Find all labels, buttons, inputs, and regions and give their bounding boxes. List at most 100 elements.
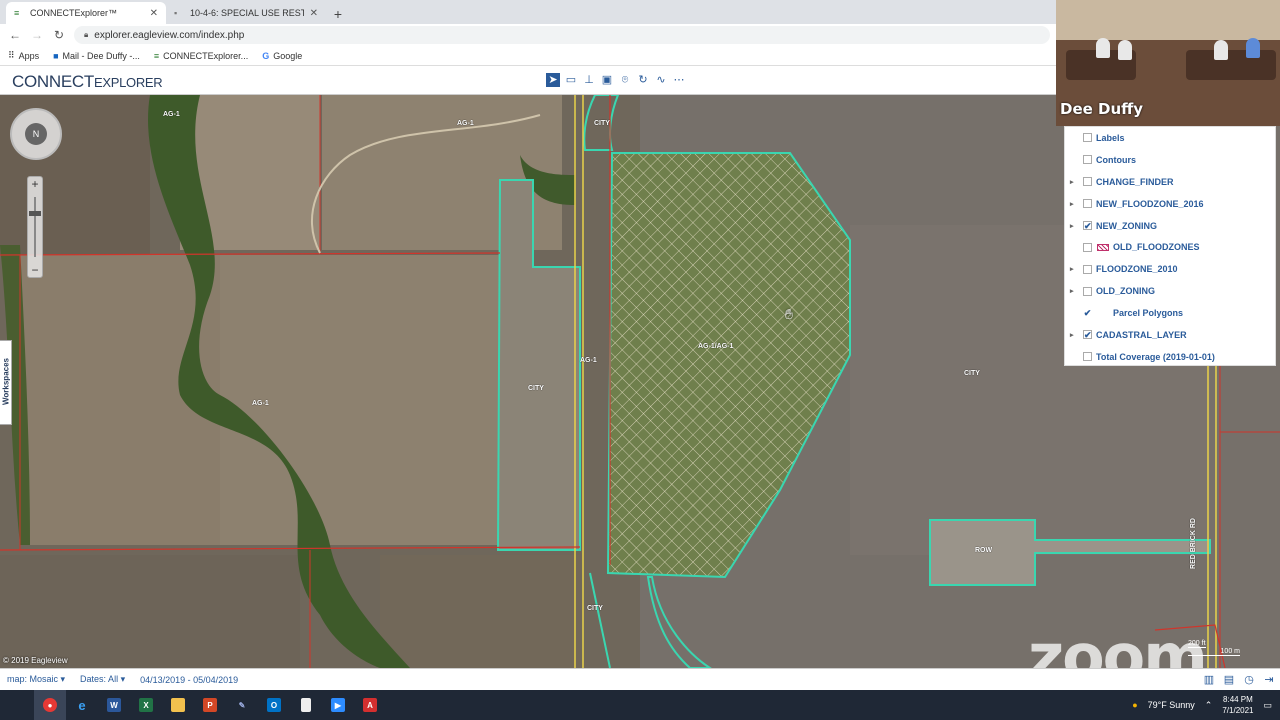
browser-tab-special-use[interactable]: ▪ 10-4-6: SPECIAL USE RESTRICTIC ✕	[166, 2, 326, 24]
layers-toggle-icon[interactable]: ▥	[1202, 673, 1216, 687]
dates-dropdown[interactable]: Dates: All ▾	[80, 674, 125, 685]
layer-checkbox[interactable]	[1083, 177, 1092, 187]
layer-row[interactable]: OLD_FLOODZONES	[1065, 236, 1275, 258]
location-pin-icon[interactable]: ⌾	[618, 73, 632, 87]
area-measure-icon[interactable]: ▣	[600, 73, 614, 87]
expand-arrow-icon[interactable]: ▸	[1070, 200, 1074, 208]
word-icon[interactable]: W	[98, 690, 130, 720]
zoom-in-button[interactable]: +	[28, 177, 42, 191]
start-windows-icon[interactable]	[0, 690, 34, 720]
back-arrow-icon[interactable]: ←	[8, 28, 22, 42]
select-pointer-icon[interactable]: ➤	[546, 73, 560, 87]
expand-arrow-icon[interactable]: ▸	[1070, 287, 1074, 295]
zoom-track[interactable]	[34, 197, 36, 257]
layer-checkbox[interactable]: ✔	[1083, 308, 1092, 318]
zone-label: AG-1	[163, 111, 180, 118]
zoom-knob[interactable]	[29, 211, 41, 216]
layer-row[interactable]: ▸ CHANGE_FINDER	[1065, 171, 1275, 193]
expand-arrow-icon[interactable]: ▸	[1070, 222, 1074, 230]
layer-checkbox[interactable]: ✔	[1083, 330, 1092, 340]
clock[interactable]: 8:44 PM 7/1/2021	[1222, 694, 1253, 716]
feather-app-icon[interactable]: ✎	[226, 690, 258, 720]
layers-panel: Labels Contours ▸ CHANGE_FINDER ▸ NEW_FLOODZO…	[1064, 126, 1276, 366]
browser-tab-bar: ≡ CONNECTExplorer™ ✕ ▪ 10-4-6: SPECIAL U…	[0, 0, 1056, 24]
height-measure-icon[interactable]: ⊥	[582, 73, 596, 87]
zoom-slider[interactable]: + −	[27, 176, 43, 278]
new-tab-plus-icon[interactable]: +	[328, 4, 348, 24]
history-clock-icon[interactable]: ◷	[1242, 673, 1256, 687]
video-person	[1096, 38, 1110, 58]
bookmark-google[interactable]: G Google	[262, 51, 302, 61]
bookmark-connectexplorer[interactable]: ≡ CONNECTExplorer...	[154, 51, 248, 61]
layer-row[interactable]: Contours	[1065, 149, 1275, 171]
acrobat-icon[interactable]: A	[354, 690, 386, 720]
connectexplorer-logo: CONNECTEXPLORER	[12, 72, 163, 92]
zone-label: AG-1	[252, 400, 269, 407]
zone-label: CITY	[587, 605, 603, 612]
layer-checkbox[interactable]	[1083, 352, 1092, 362]
file-explorer-icon[interactable]	[162, 690, 194, 720]
forward-arrow-icon[interactable]: →	[30, 28, 44, 42]
tray-arrow-icon[interactable]: ⌃	[1205, 700, 1213, 711]
map-copyright: © 2019 Eagleview	[3, 656, 68, 665]
layer-checkbox[interactable]	[1083, 199, 1092, 209]
layer-checkbox[interactable]: ✔	[1083, 221, 1092, 231]
blank-document-icon[interactable]	[290, 690, 322, 720]
layer-checkbox[interactable]	[1083, 264, 1092, 274]
layer-label: OLD_ZONING	[1096, 286, 1156, 297]
map-mode-dropdown[interactable]: map: Mosaic ▾	[7, 674, 65, 685]
eagleview-icon: ≡	[153, 50, 160, 61]
expand-arrow-icon[interactable]: ▸	[1070, 178, 1074, 186]
expand-arrow-icon[interactable]: ▸	[1070, 331, 1074, 339]
zoom-out-button[interactable]: −	[28, 263, 42, 277]
layer-checkbox[interactable]	[1083, 155, 1092, 165]
bookmark-label: Google	[273, 50, 303, 61]
layer-row[interactable]: ✔ Parcel Polygons	[1065, 302, 1275, 324]
layer-row[interactable]: ▸ ✔ NEW_ZONING	[1065, 215, 1275, 237]
measure-ruler-icon[interactable]: ▭	[564, 73, 578, 87]
layer-row[interactable]: ▸ OLD_ZONING	[1065, 280, 1275, 302]
windows-taskbar: ● e W X P ✎ O ▶ A ● 79°F Sunny ⌃ 8:44 PM…	[0, 690, 1280, 720]
rotate-view-icon[interactable]: ↻	[636, 73, 650, 87]
layer-row[interactable]: Labels	[1065, 127, 1275, 149]
layer-row[interactable]: ▸ ✔ CADASTRAL_LAYER	[1065, 324, 1275, 346]
zone-label: ROW	[975, 547, 993, 554]
zoom-app-icon[interactable]: ▶	[322, 690, 354, 720]
logo-connect-text: CONNECT	[12, 72, 94, 91]
layer-checkbox[interactable]	[1083, 242, 1092, 252]
chrome-icon[interactable]: ●	[34, 690, 66, 720]
notifications-icon[interactable]: ▭	[1263, 700, 1272, 711]
scale-bar: 200 ft 100 m	[1188, 640, 1240, 658]
excel-icon[interactable]: X	[130, 690, 162, 720]
bookmark-apps[interactable]: ⠿ Apps	[8, 50, 39, 61]
split-view-icon[interactable]: ▤	[1222, 673, 1236, 687]
bookmarks-bar: ⠿ Apps ■ Mail - Dee Duffy -... ≡ CONNECTExp…	[0, 46, 1056, 66]
compass-rotation-control[interactable]: N	[10, 108, 62, 160]
elevation-profile-icon[interactable]: ∿	[654, 73, 668, 87]
google-icon: G	[262, 50, 270, 61]
outlook-icon[interactable]: O	[258, 690, 290, 720]
layer-row[interactable]: ▸ NEW_FLOODZONE_2016	[1065, 193, 1275, 215]
more-menu-icon[interactable]: ⋯	[672, 73, 686, 87]
bookmark-label: Apps	[18, 50, 40, 61]
export-icon[interactable]: ⇥	[1262, 673, 1276, 687]
reload-icon[interactable]: ↻	[52, 28, 66, 42]
road-label: RED BRICK RD	[1189, 518, 1197, 569]
layer-checkbox[interactable]	[1083, 133, 1092, 143]
edge-icon[interactable]: e	[66, 690, 98, 720]
expand-arrow-icon[interactable]: ▸	[1070, 265, 1074, 273]
url-bar[interactable]: 🔒︎ explorer.eagleview.com/index.php	[74, 26, 1050, 44]
document-favicon-icon: ▪	[174, 8, 178, 18]
zoom-participant-video: Dee Duffy	[1056, 0, 1280, 126]
layer-checkbox[interactable]	[1083, 286, 1092, 296]
bookmark-mail[interactable]: ■ Mail - Dee Duffy -...	[53, 51, 140, 61]
close-tab-icon[interactable]: ✕	[150, 8, 158, 19]
powerpoint-icon[interactable]: P	[194, 690, 226, 720]
workspaces-side-tab[interactable]: Workspaces	[0, 340, 12, 425]
browser-tab-connectexplorer[interactable]: ≡ CONNECTExplorer™ ✕	[6, 2, 166, 24]
url-text: explorer.eagleview.com/index.php	[94, 29, 245, 41]
close-tab-icon[interactable]: ✕	[310, 8, 318, 19]
layer-row[interactable]: Total Coverage (2019-01-01)	[1065, 346, 1275, 368]
layer-row[interactable]: ▸ FLOODZONE_2010	[1065, 258, 1275, 280]
video-person	[1118, 40, 1132, 60]
